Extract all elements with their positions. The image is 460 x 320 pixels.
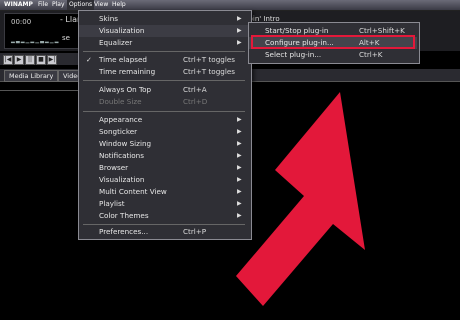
chevron-right-icon: ▶ bbox=[237, 164, 242, 171]
highlight-box bbox=[251, 35, 415, 49]
chevron-right-icon: ▶ bbox=[237, 39, 242, 46]
chevron-right-icon: ▶ bbox=[237, 176, 242, 183]
menu-separator bbox=[83, 224, 245, 225]
options-menu: Skins ▶ Visualization ▶ Equalizer ▶ ✓ Ti… bbox=[78, 10, 252, 240]
menu-item-always-on-top[interactable]: Always On Top Ctrl+A bbox=[79, 84, 249, 96]
menu-separator bbox=[83, 111, 245, 112]
menu-item-browser[interactable]: Browser ▶ bbox=[79, 162, 249, 174]
menu-separator bbox=[83, 51, 245, 52]
chevron-right-icon: ▶ bbox=[237, 15, 242, 22]
menu-item-double-size: Double Size Ctrl+D bbox=[99, 97, 208, 106]
menu-item-multi-content-view[interactable]: Multi Content View ▶ bbox=[79, 186, 249, 198]
chevron-right-icon: ▶ bbox=[237, 116, 242, 123]
chevron-right-icon: ▶ bbox=[237, 188, 242, 195]
chevron-right-icon: ▶ bbox=[237, 152, 242, 159]
menu-item-visualization[interactable]: Visualization ▶ bbox=[79, 25, 249, 37]
chevron-right-icon: ▶ bbox=[237, 140, 242, 147]
menu-item-preferences[interactable]: Preferences... Ctrl+P bbox=[79, 226, 249, 238]
menu-item-playlist[interactable]: Playlist ▶ bbox=[79, 198, 249, 210]
chevron-right-icon: ▶ bbox=[237, 200, 242, 207]
menu-item-songticker[interactable]: Songticker ▶ bbox=[79, 126, 249, 138]
checkmark-icon: ✓ bbox=[86, 56, 92, 64]
menu-separator bbox=[83, 80, 245, 81]
menu-item-color-themes[interactable]: Color Themes ▶ bbox=[79, 210, 249, 222]
chevron-right-icon: ▶ bbox=[237, 128, 242, 135]
menu-item-time-remaining[interactable]: Time remaining Ctrl+T toggles bbox=[79, 66, 249, 78]
menu-item-visualization-2[interactable]: Visualization ▶ bbox=[79, 174, 249, 186]
submenu-item-select-plugin[interactable]: Select plug-in... Ctrl+K bbox=[249, 49, 417, 61]
menu-item-skins[interactable]: Skins ▶ bbox=[79, 13, 249, 25]
chevron-right-icon: ▶ bbox=[237, 212, 242, 219]
menu-item-notifications[interactable]: Notifications ▶ bbox=[79, 150, 249, 162]
chevron-right-icon: ▶ bbox=[237, 27, 242, 34]
menu-item-time-elapsed[interactable]: ✓ Time elapsed Ctrl+T toggles bbox=[79, 54, 249, 66]
menu-item-appearance[interactable]: Appearance ▶ bbox=[79, 114, 249, 126]
menu-item-window-sizing[interactable]: Window Sizing ▶ bbox=[79, 138, 249, 150]
menu-item-equalizer[interactable]: Equalizer ▶ bbox=[79, 37, 249, 49]
